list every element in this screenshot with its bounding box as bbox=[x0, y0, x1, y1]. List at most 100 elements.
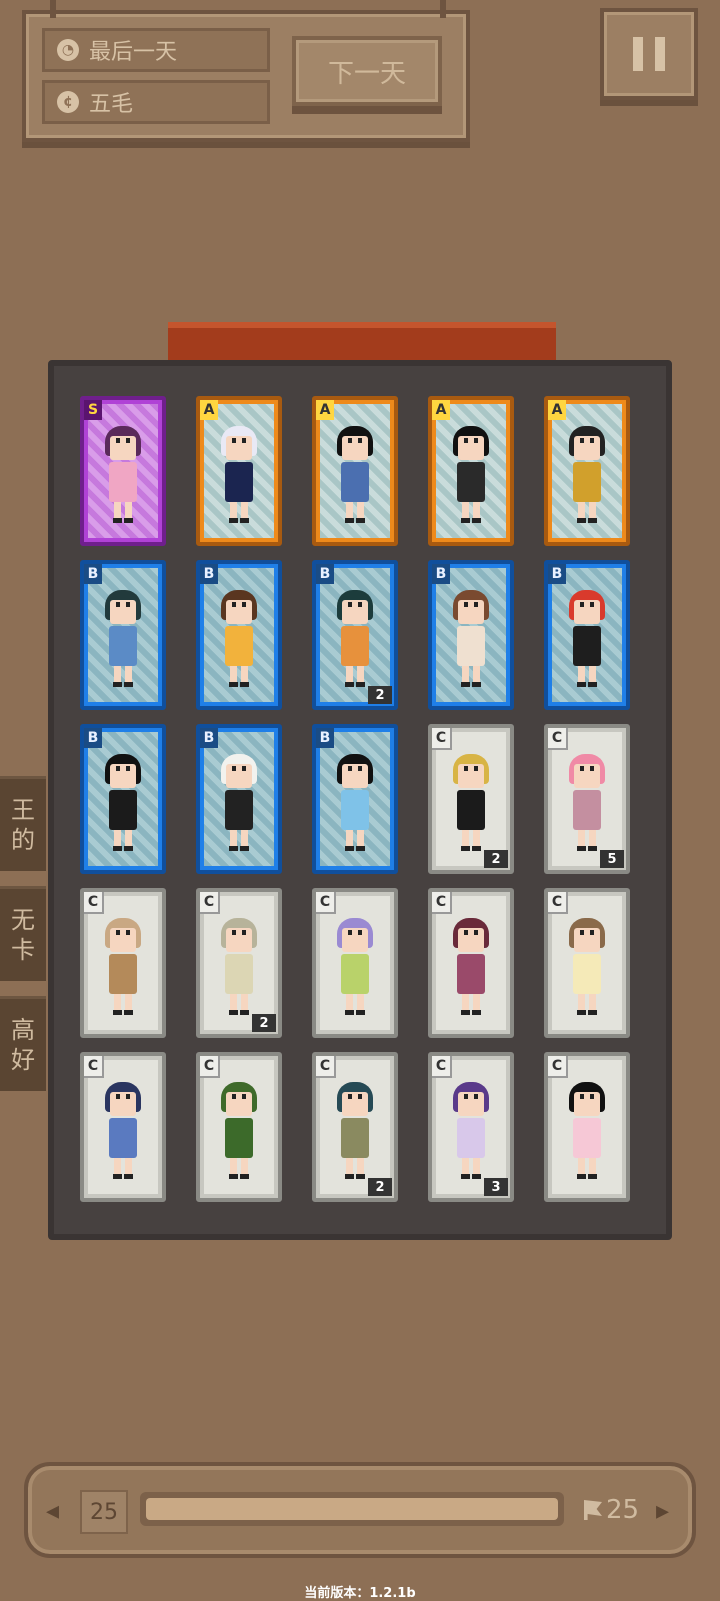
character-card[interactable]: A bbox=[312, 396, 398, 546]
character-card[interactable]: B bbox=[428, 560, 514, 710]
character-card[interactable]: C bbox=[196, 1052, 282, 1202]
character-sprite bbox=[449, 426, 493, 526]
character-card[interactable]: C bbox=[544, 888, 630, 1038]
character-card[interactable]: B bbox=[196, 724, 282, 874]
side-tab-3[interactable]: 高 好 bbox=[0, 996, 46, 1091]
rank-badge: C bbox=[548, 1056, 568, 1078]
target-level-text: 25 bbox=[606, 1495, 640, 1525]
character-card[interactable]: B bbox=[196, 560, 282, 710]
character-sprite bbox=[101, 1082, 145, 1182]
card-count-badge: 2 bbox=[484, 850, 508, 868]
side-tab-1[interactable]: 王 的 bbox=[0, 776, 46, 871]
rank-badge: C bbox=[84, 892, 104, 914]
character-sprite bbox=[333, 1082, 377, 1182]
pause-icon-bar bbox=[655, 37, 665, 71]
character-card[interactable]: B bbox=[80, 724, 166, 874]
day-text: 最后一天 bbox=[89, 40, 178, 65]
version-label: 当前版本：1.2.1b bbox=[304, 1586, 416, 1601]
rank-badge: C bbox=[548, 728, 568, 750]
day-row: ◔ 最后一天 bbox=[42, 28, 270, 72]
rank-badge: S bbox=[84, 400, 102, 420]
rank-badge: C bbox=[316, 892, 336, 914]
character-card[interactable]: B bbox=[80, 560, 166, 710]
money-row: ¢ 五毛 bbox=[42, 80, 270, 124]
character-sprite bbox=[101, 918, 145, 1018]
money-text: 五毛 bbox=[89, 92, 134, 117]
character-card[interactable]: A bbox=[196, 396, 282, 546]
status-panel: ◔ 最后一天 ¢ 五毛 下一天 bbox=[22, 0, 470, 142]
character-card[interactable]: C bbox=[80, 1052, 166, 1202]
character-sprite bbox=[217, 426, 261, 526]
character-card[interactable]: C bbox=[80, 888, 166, 1038]
rank-badge: A bbox=[200, 400, 218, 420]
card-count-badge: 3 bbox=[484, 1178, 508, 1196]
character-sprite bbox=[565, 754, 609, 854]
card-grid: SAAAABBB2BBBBBC2C5CC2CCCCCC2C3C bbox=[80, 396, 630, 1202]
side-tab-label-bottom: 卡 bbox=[11, 936, 35, 964]
character-card[interactable]: B bbox=[544, 560, 630, 710]
character-card[interactable]: B2 bbox=[312, 560, 398, 710]
character-sprite bbox=[333, 918, 377, 1018]
character-sprite bbox=[217, 1082, 261, 1182]
character-sprite bbox=[565, 590, 609, 690]
character-sprite bbox=[449, 918, 493, 1018]
character-sprite bbox=[565, 918, 609, 1018]
card-count-badge: 5 bbox=[600, 850, 624, 868]
side-tab-label-bottom: 的 bbox=[11, 826, 35, 854]
rank-badge: B bbox=[316, 564, 334, 584]
character-card[interactable]: C bbox=[312, 888, 398, 1038]
side-tab-label-bottom: 好 bbox=[11, 1046, 35, 1074]
next-day-button[interactable]: 下一天 bbox=[292, 36, 442, 106]
rank-badge: C bbox=[432, 1056, 452, 1078]
pause-button[interactable] bbox=[600, 8, 698, 100]
coin-icon: ¢ bbox=[57, 91, 79, 113]
character-card[interactable]: C5 bbox=[544, 724, 630, 874]
right-arrow-icon[interactable]: ▸ bbox=[656, 1496, 669, 1526]
rank-badge: B bbox=[84, 564, 102, 584]
character-sprite bbox=[333, 754, 377, 854]
card-count-badge: 2 bbox=[252, 1014, 276, 1032]
panel-hanger bbox=[440, 0, 446, 18]
character-card[interactable]: S bbox=[80, 396, 166, 546]
character-card[interactable]: C bbox=[428, 888, 514, 1038]
rank-badge: C bbox=[316, 1056, 336, 1078]
character-sprite bbox=[101, 590, 145, 690]
level-progress-bar: ◂ 25 25 ▸ bbox=[24, 1462, 696, 1558]
card-collection-panel: SAAAABBB2BBBBBC2C5CC2CCCCCC2C3C bbox=[48, 360, 672, 1240]
panel-hanger bbox=[50, 0, 56, 18]
side-tab-label-top: 王 bbox=[11, 796, 35, 824]
character-sprite bbox=[217, 754, 261, 854]
rank-badge: C bbox=[432, 728, 452, 750]
character-sprite bbox=[217, 590, 261, 690]
character-card[interactable]: C2 bbox=[196, 888, 282, 1038]
character-card[interactable]: A bbox=[544, 396, 630, 546]
character-sprite bbox=[333, 590, 377, 690]
clock-icon: ◔ bbox=[57, 39, 79, 61]
rank-badge: B bbox=[316, 728, 334, 748]
character-card[interactable]: B bbox=[312, 724, 398, 874]
current-level: 25 bbox=[80, 1490, 128, 1534]
character-card[interactable]: C2 bbox=[312, 1052, 398, 1202]
progress-track bbox=[140, 1492, 564, 1526]
rank-badge: A bbox=[316, 400, 334, 420]
left-arrow-icon[interactable]: ◂ bbox=[46, 1496, 59, 1526]
rank-badge: B bbox=[84, 728, 102, 748]
side-tab-label-top: 高 bbox=[11, 1016, 35, 1044]
progress-fill bbox=[146, 1498, 558, 1520]
side-tab-2[interactable]: 无 卡 bbox=[0, 886, 46, 981]
flag-icon bbox=[584, 1500, 602, 1520]
character-card[interactable]: C3 bbox=[428, 1052, 514, 1202]
card-count-badge: 2 bbox=[368, 1178, 392, 1196]
character-card[interactable]: C2 bbox=[428, 724, 514, 874]
character-sprite bbox=[101, 426, 145, 526]
rank-badge: C bbox=[200, 1056, 220, 1078]
rank-badge: C bbox=[200, 892, 220, 914]
character-sprite bbox=[101, 754, 145, 854]
card-count-badge: 2 bbox=[368, 686, 392, 704]
character-card[interactable]: C bbox=[544, 1052, 630, 1202]
rank-badge: B bbox=[548, 564, 566, 584]
character-sprite bbox=[449, 590, 493, 690]
character-card[interactable]: A bbox=[428, 396, 514, 546]
rank-badge: C bbox=[84, 1056, 104, 1078]
character-sprite bbox=[217, 918, 261, 1018]
